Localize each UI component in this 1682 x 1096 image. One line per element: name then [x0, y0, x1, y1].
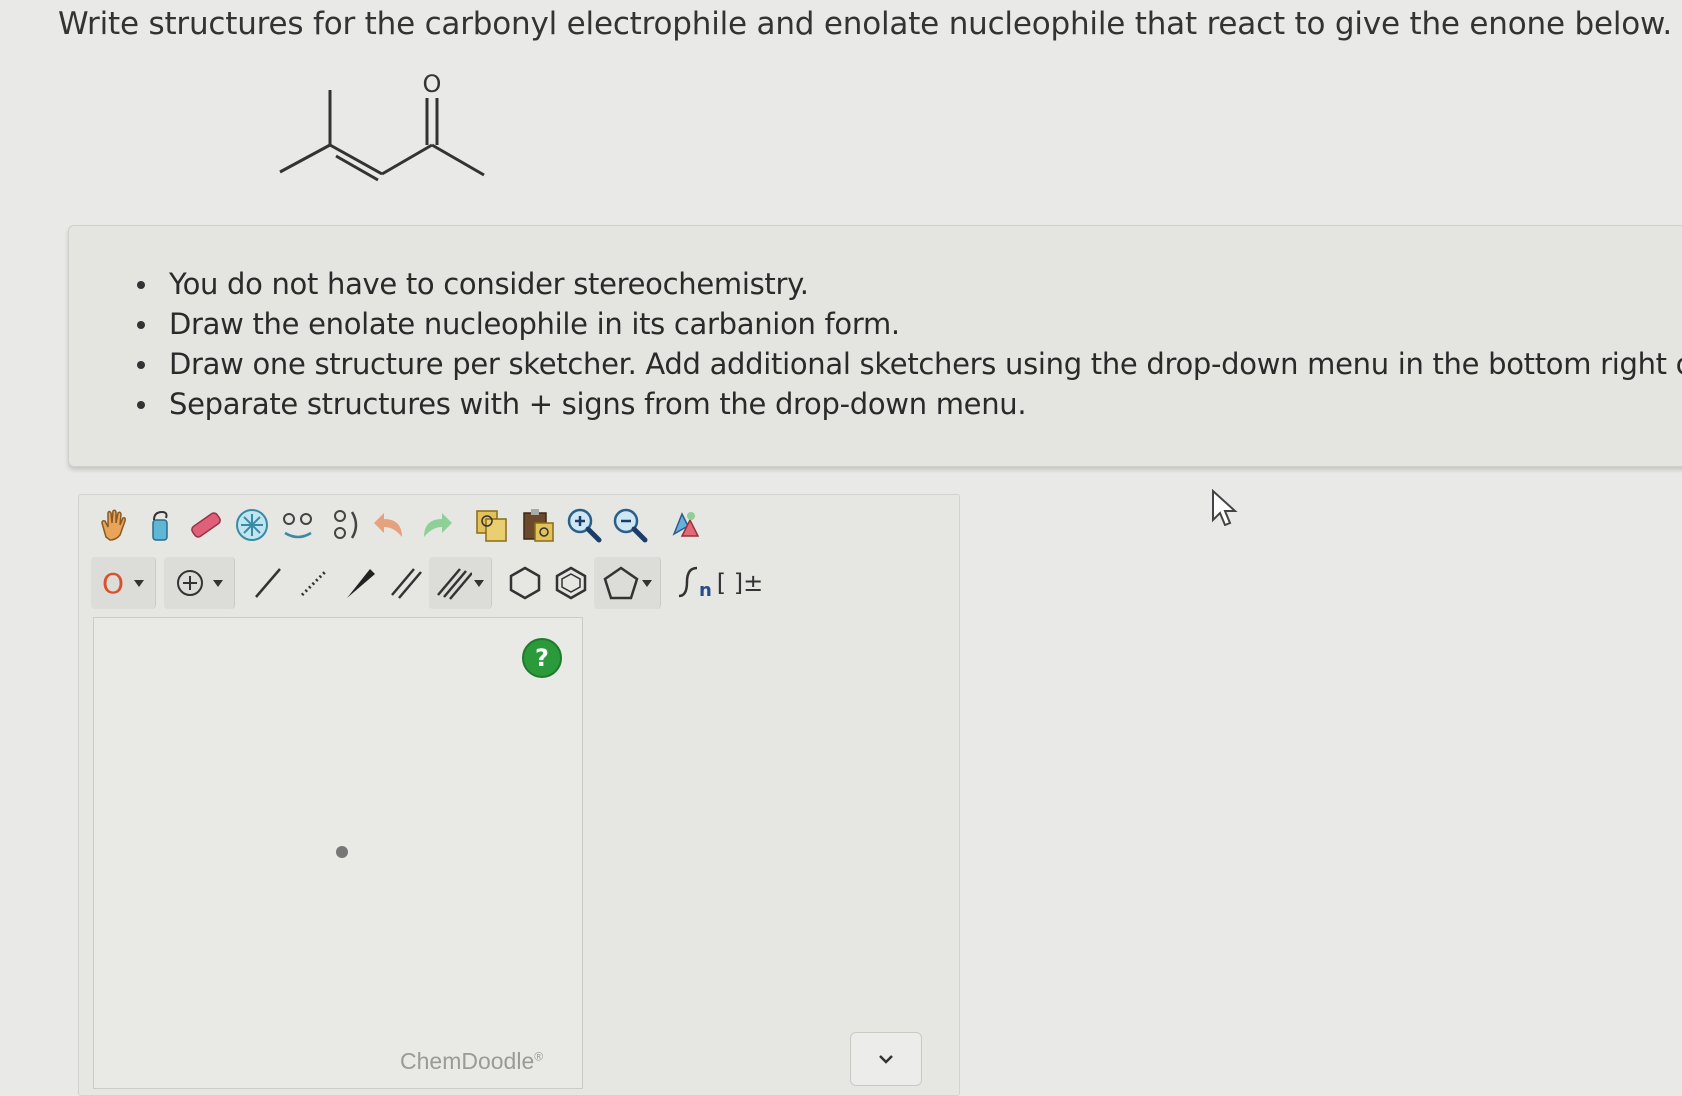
cyclopentane-button[interactable] — [594, 557, 661, 609]
wedge-bond-button[interactable] — [337, 557, 383, 609]
copy-button[interactable] — [469, 499, 515, 551]
zoom-in-button[interactable] — [561, 499, 607, 551]
cyclopentane-icon — [603, 566, 639, 600]
clean-icon — [672, 512, 700, 537]
bracket-icon: [ ]± — [716, 569, 764, 597]
benzene-button[interactable] — [548, 557, 594, 609]
canvas-dot — [336, 846, 348, 858]
hashed-bond-button[interactable] — [291, 557, 337, 609]
wedge-bond-icon — [347, 569, 375, 598]
mouse-cursor-icon — [1212, 488, 1238, 527]
sketcher-options-dropdown[interactable] — [850, 1032, 922, 1086]
single-bond-icon — [255, 568, 281, 598]
lasso-tool-button[interactable] — [137, 499, 183, 551]
cyclohexane-icon — [509, 566, 541, 600]
bond-methyl-left — [279, 143, 331, 174]
oxygen-atom-label: O — [423, 70, 442, 98]
toolbar-row-1 — [91, 497, 709, 553]
chevron-down-icon — [474, 579, 484, 587]
polymer-label: n — [699, 580, 712, 601]
lasso-icon — [152, 510, 168, 541]
double-bond-button[interactable] — [383, 557, 429, 609]
undo-icon — [374, 513, 402, 537]
single-bond-button[interactable] — [245, 557, 291, 609]
instruction-item: Draw one structure per sketcher. Add add… — [136, 344, 1682, 384]
flip-horizontal-icon — [283, 513, 312, 539]
clean-button[interactable] — [663, 499, 709, 551]
zoom-out-icon — [613, 508, 648, 543]
undo-button[interactable] — [367, 499, 413, 551]
triple-bond-button[interactable] — [429, 557, 492, 609]
eraser-icon — [191, 512, 221, 538]
atom-tool-button[interactable]: O — [91, 557, 156, 609]
polymer-button[interactable]: n — [671, 557, 717, 609]
instruction-item: You do not have to consider stereochemis… — [136, 264, 1682, 304]
hand-tool-button[interactable] — [91, 499, 137, 551]
flip-vertical-icon — [334, 510, 358, 539]
center-tool-button[interactable] — [229, 499, 275, 551]
hand-icon — [101, 509, 126, 541]
triple-bond-icon — [437, 568, 472, 600]
copy-icon — [476, 510, 507, 542]
brand-mark: ® — [534, 1049, 544, 1064]
flip-horizontal-button[interactable] — [275, 499, 321, 551]
polymer-icon: n — [678, 566, 712, 601]
redo-button[interactable] — [413, 499, 459, 551]
chevron-down-icon — [642, 579, 652, 587]
paste-icon — [523, 509, 554, 542]
chemdoodle-brand: ChemDoodle® — [400, 1048, 543, 1075]
flip-vertical-button[interactable] — [321, 499, 367, 551]
center-icon — [236, 509, 268, 541]
chevron-down-icon — [134, 579, 145, 587]
hashed-bond-icon — [300, 569, 328, 597]
chevron-down-icon — [879, 1055, 893, 1064]
instructions-box: You do not have to consider stereochemis… — [68, 225, 1682, 467]
atom-icon: O — [101, 566, 125, 600]
brand-text: ChemDoodle — [400, 1048, 535, 1074]
eraser-tool-button[interactable] — [183, 499, 229, 551]
zoom-out-button[interactable] — [607, 499, 653, 551]
question-text: Write structures for the carbonyl electr… — [58, 6, 1672, 42]
bond-to-carbonyl — [381, 143, 433, 176]
toolbar-row-2: O n []± — [91, 555, 763, 611]
enone-structure: O — [279, 70, 485, 182]
help-button[interactable]: ? — [522, 638, 562, 678]
instruction-item: Separate structures with + signs from th… — [136, 384, 1682, 424]
zoom-in-icon — [567, 508, 602, 543]
double-bond-icon — [391, 568, 422, 599]
redo-icon — [424, 513, 452, 537]
drawing-canvas[interactable]: ? ChemDoodle® — [93, 617, 583, 1089]
charge-icon — [177, 570, 203, 596]
chevron-down-icon — [213, 579, 223, 587]
instruction-item: Draw the enolate nucleophile in its carb… — [136, 304, 1682, 344]
paste-button[interactable] — [515, 499, 561, 551]
bond-methyl-right — [431, 143, 485, 177]
bracket-button[interactable]: [ ]± — [717, 557, 763, 609]
cyclohexane-button[interactable] — [502, 557, 548, 609]
charge-tool-button[interactable] — [164, 557, 235, 609]
bond-cc-double-a — [329, 143, 383, 176]
chemdoodle-sketcher: O n []± ? ChemDoodle® — [78, 494, 960, 1096]
benzene-icon — [555, 566, 587, 600]
instructions-list: You do not have to consider stereochemis… — [136, 264, 1682, 424]
